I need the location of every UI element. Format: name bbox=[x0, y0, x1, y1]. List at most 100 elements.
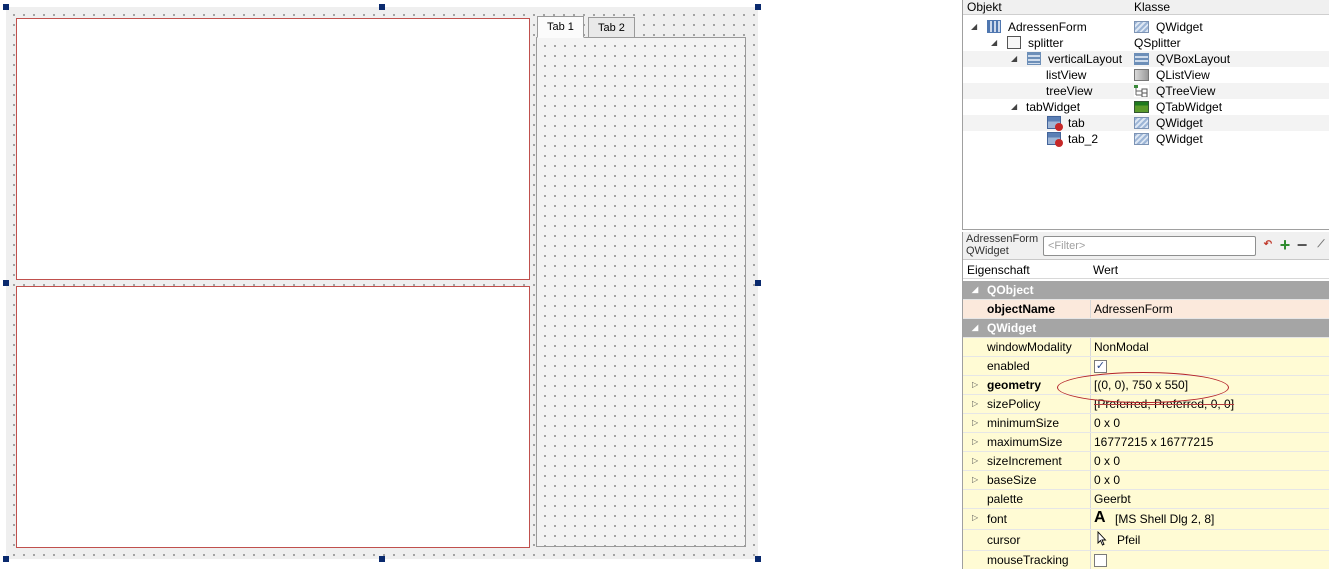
property-name: palette bbox=[987, 492, 1024, 506]
property-value[interactable]: [MS Shell Dlg 2, 8] bbox=[1115, 510, 1214, 528]
property-value[interactable]: NonModal bbox=[1094, 338, 1149, 356]
configure-icon[interactable]: ⟋ bbox=[1313, 237, 1329, 253]
property-row-basesize[interactable]: ▷ baseSize 0 x 0 bbox=[963, 471, 1329, 490]
value-column-header[interactable]: Wert bbox=[1093, 263, 1118, 277]
mousetracking-checkbox[interactable] bbox=[1094, 554, 1107, 567]
group-label: QWidget bbox=[987, 321, 1037, 335]
resize-handle-top-right[interactable] bbox=[755, 4, 761, 10]
expand-arrow-icon[interactable]: ▷ bbox=[972, 471, 978, 489]
expand-arrow-icon[interactable]: ▷ bbox=[972, 452, 978, 470]
property-value[interactable]: 0 x 0 bbox=[1094, 414, 1120, 432]
object-name: treeView bbox=[1046, 84, 1093, 98]
property-row-font[interactable]: ▷ font A [MS Shell Dlg 2, 8] bbox=[963, 509, 1329, 530]
property-name: maximumSize bbox=[987, 435, 1063, 449]
object-column-header[interactable]: Objekt bbox=[967, 0, 1002, 14]
object-name: tab_2 bbox=[1068, 132, 1099, 146]
tab-2[interactable]: Tab 2 bbox=[588, 17, 635, 38]
enabled-checkbox[interactable]: ✓ bbox=[1094, 360, 1107, 373]
property-editor: AdressenForm QWidget <Filter> ↶ + − ⟋ Ei… bbox=[962, 232, 1329, 569]
list-view-icon bbox=[1134, 69, 1149, 81]
resize-handle-bottom-left[interactable] bbox=[3, 556, 9, 562]
form-icon bbox=[987, 20, 1001, 33]
group-qwidget[interactable]: ◢ QWidget bbox=[963, 319, 1329, 338]
tree-view-icon bbox=[1134, 85, 1149, 98]
collapse-arrow-icon[interactable]: ◢ bbox=[972, 319, 978, 337]
remove-property-icon[interactable]: − bbox=[1294, 236, 1310, 254]
resize-handle-top[interactable] bbox=[379, 4, 385, 10]
tree-row-verticallayout[interactable]: ◢ verticalLayout QVBoxLayout bbox=[963, 51, 1329, 67]
property-value[interactable]: [Preferred, Preferred, 0, 0] bbox=[1094, 395, 1234, 413]
object-inspector-header: Objekt Klasse bbox=[963, 0, 1329, 15]
vbox-layout-icon bbox=[1027, 52, 1041, 65]
property-name: geometry bbox=[987, 378, 1042, 392]
class-column-header[interactable]: Klasse bbox=[1134, 0, 1170, 14]
property-name: cursor bbox=[987, 533, 1021, 547]
collapse-arrow-icon[interactable]: ◢ bbox=[972, 281, 978, 299]
collapse-arrow-icon[interactable]: ◢ bbox=[991, 35, 997, 51]
class-name: QWidget bbox=[1156, 116, 1203, 130]
collapse-arrow-icon[interactable]: ◢ bbox=[1011, 51, 1017, 67]
filter-input[interactable]: <Filter> bbox=[1043, 236, 1256, 256]
property-row-cursor[interactable]: cursor Pfeil bbox=[963, 530, 1329, 551]
collapse-arrow-icon[interactable]: ◢ bbox=[971, 19, 977, 35]
property-value[interactable]: [(0, 0), 750 x 550] bbox=[1094, 376, 1188, 394]
class-name: QWidget bbox=[1156, 20, 1203, 34]
resize-handle-right[interactable] bbox=[755, 280, 761, 286]
property-row-geometry[interactable]: ▷ geometry [(0, 0), 750 x 550] bbox=[963, 376, 1329, 395]
object-name: AdressenForm bbox=[1008, 20, 1087, 34]
property-column-header[interactable]: Eigenschaft bbox=[967, 263, 1030, 277]
tree-row-treeview[interactable]: treeView QTreeView bbox=[963, 83, 1329, 99]
property-value[interactable]: 0 x 0 bbox=[1094, 452, 1120, 470]
class-name: QTreeView bbox=[1156, 84, 1216, 98]
add-property-icon[interactable]: + bbox=[1277, 236, 1293, 254]
resize-handle-bottom[interactable] bbox=[379, 556, 385, 562]
tree-row-tabwidget[interactable]: ◢ tabWidget QTabWidget bbox=[963, 99, 1329, 115]
property-row-maximumsize[interactable]: ▷ maximumSize 16777215 x 16777215 bbox=[963, 433, 1329, 452]
property-name: baseSize bbox=[987, 473, 1037, 487]
class-name: QTabWidget bbox=[1156, 100, 1223, 114]
tree-row-listview[interactable]: listView QListView bbox=[963, 67, 1329, 83]
selected-object-name: AdressenForm bbox=[966, 233, 1039, 245]
property-row-mousetracking[interactable]: mouseTracking bbox=[963, 551, 1329, 569]
expand-arrow-icon[interactable]: ▷ bbox=[972, 376, 978, 394]
expand-arrow-icon[interactable]: ▷ bbox=[972, 395, 978, 413]
property-name: windowModality bbox=[987, 340, 1072, 354]
object-name: tabWidget bbox=[1026, 100, 1081, 114]
property-column-headers: Eigenschaft Wert bbox=[963, 260, 1329, 279]
property-value[interactable]: Geerbt bbox=[1094, 490, 1131, 508]
property-row-enabled[interactable]: enabled ✓ bbox=[963, 357, 1329, 376]
group-qobject[interactable]: ◢ QObject bbox=[963, 281, 1329, 300]
resize-handle-top-left[interactable] bbox=[3, 4, 9, 10]
property-value[interactable]: 16777215 x 16777215 bbox=[1094, 433, 1213, 451]
tree-row-tab[interactable]: tab QWidget bbox=[963, 115, 1329, 131]
property-row-sizepolicy[interactable]: ▷ sizePolicy [Preferred, Preferred, 0, 0… bbox=[963, 395, 1329, 414]
tree-row-tab-2[interactable]: tab_2 QWidget bbox=[963, 131, 1329, 147]
list-view[interactable] bbox=[16, 18, 530, 280]
expand-arrow-icon[interactable]: ▷ bbox=[972, 414, 978, 432]
property-value[interactable]: Pfeil bbox=[1117, 531, 1140, 549]
undo-icon[interactable]: ↶ bbox=[1260, 237, 1276, 253]
property-name: sizePolicy bbox=[987, 397, 1041, 411]
arrow-cursor-icon bbox=[1097, 530, 1107, 549]
property-row-objectname[interactable]: objectName AdressenForm bbox=[963, 300, 1329, 319]
property-row-minimumsize[interactable]: ▷ minimumSize 0 x 0 bbox=[963, 414, 1329, 433]
tab-page[interactable] bbox=[536, 37, 746, 547]
property-name: minimumSize bbox=[987, 416, 1060, 430]
property-row-palette[interactable]: palette Geerbt bbox=[963, 490, 1329, 509]
property-row-windowmodality[interactable]: windowModality NonModal bbox=[963, 338, 1329, 357]
tab-1[interactable]: Tab 1 bbox=[537, 16, 584, 38]
expand-arrow-icon[interactable]: ▷ bbox=[972, 509, 978, 527]
property-value[interactable]: AdressenForm bbox=[1094, 300, 1173, 318]
tab-page-icon bbox=[1047, 116, 1063, 131]
collapse-arrow-icon[interactable]: ◢ bbox=[1011, 99, 1017, 115]
resize-handle-left[interactable] bbox=[3, 280, 9, 286]
tree-row-adressenform[interactable]: ◢ AdressenForm QWidget bbox=[963, 19, 1329, 35]
tree-row-splitter[interactable]: ◢ splitter QSplitter bbox=[963, 35, 1329, 51]
property-value[interactable]: 0 x 0 bbox=[1094, 471, 1120, 489]
tree-view[interactable] bbox=[16, 286, 530, 548]
object-name: listView bbox=[1046, 68, 1087, 82]
vbox-layout-icon bbox=[1134, 53, 1149, 65]
expand-arrow-icon[interactable]: ▷ bbox=[972, 433, 978, 451]
property-row-sizeincrement[interactable]: ▷ sizeIncrement 0 x 0 bbox=[963, 452, 1329, 471]
resize-handle-bottom-right[interactable] bbox=[755, 556, 761, 562]
